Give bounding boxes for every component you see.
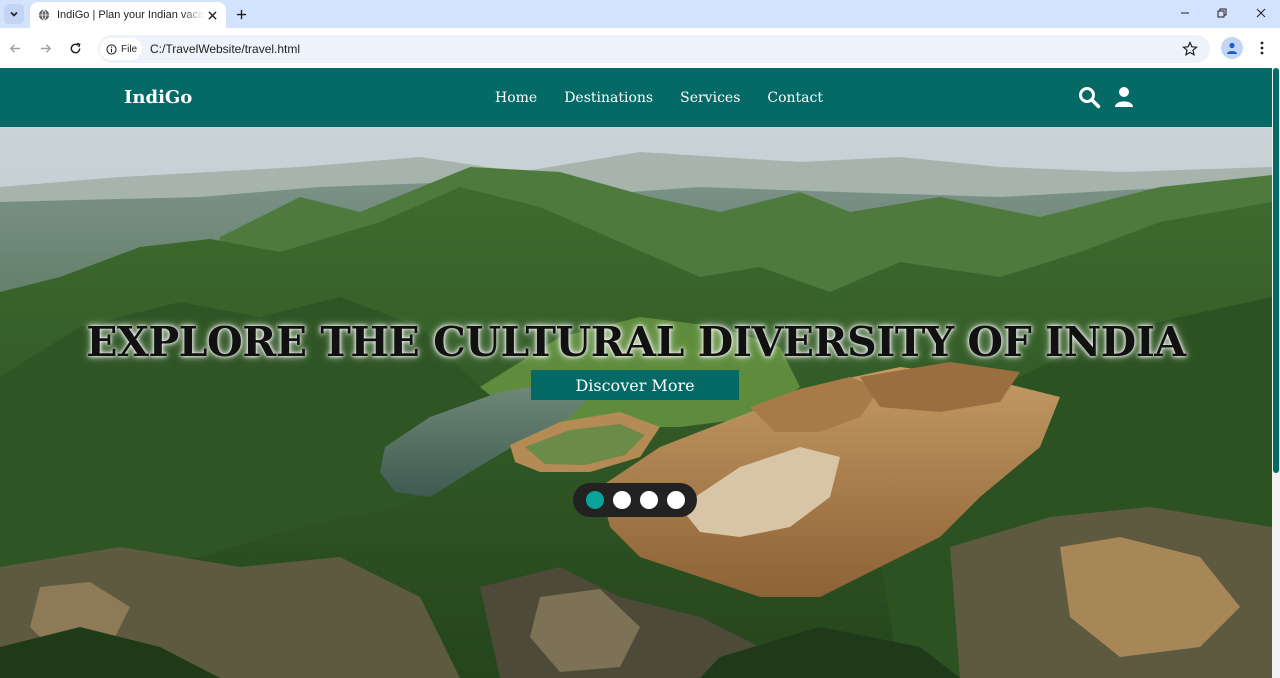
nav-link-destinations[interactable]: Destinations	[564, 90, 653, 106]
site-chip-label: File	[121, 43, 138, 55]
restore-button[interactable]	[1209, 4, 1235, 22]
plus-icon	[236, 9, 246, 19]
user-icon[interactable]	[1112, 85, 1136, 109]
reload-icon	[70, 42, 81, 53]
chevron-down-icon	[10, 11, 18, 17]
scrollbar-thumb[interactable]	[1273, 68, 1279, 473]
hero-title: EXPLORE THE CULTURAL DIVERSITY OF INDIA	[86, 318, 1186, 366]
close-icon	[1256, 8, 1266, 18]
url-text[interactable]: C:/TravelWebsite/travel.html	[150, 42, 300, 56]
carousel-dot-1[interactable]	[585, 491, 604, 509]
browser-toolbar: File C:/TravelWebsite/travel.html	[0, 28, 1280, 68]
close-tab-icon[interactable]	[204, 7, 220, 23]
arrow-right-icon	[40, 43, 51, 53]
main-nav: Home Destinations Services Contact	[495, 90, 823, 106]
new-tab-button[interactable]	[233, 6, 249, 22]
carousel-dot-3[interactable]	[639, 491, 658, 509]
carousel-dot-4[interactable]	[666, 491, 685, 509]
discover-more-button[interactable]: Discover More	[531, 370, 739, 400]
more-vertical-icon	[1260, 41, 1264, 55]
nav-link-contact[interactable]: Contact	[767, 90, 823, 106]
site-info-chip[interactable]: File	[100, 38, 142, 60]
nav-link-home[interactable]: Home	[495, 90, 537, 106]
site-header: IndiGo Home Destinations Services Contac…	[0, 68, 1272, 127]
restore-icon	[1217, 8, 1227, 18]
minimize-button[interactable]	[1172, 4, 1198, 22]
nav-link-services[interactable]: Services	[680, 90, 740, 106]
profile-icon	[1227, 42, 1237, 54]
info-icon	[106, 43, 117, 55]
reload-button[interactable]	[65, 38, 85, 58]
forward-button[interactable]	[35, 38, 55, 58]
carousel-dot-2[interactable]	[612, 491, 631, 509]
hero-banner: EXPLORE THE CULTURAL DIVERSITY OF INDIA …	[0, 127, 1272, 678]
browser-menu-button[interactable]	[1254, 39, 1270, 57]
tab-search-button[interactable]	[4, 4, 24, 24]
minimize-icon	[1181, 12, 1189, 14]
page-viewport: IndiGo Home Destinations Services Contac…	[0, 68, 1280, 678]
search-icon[interactable]	[1077, 85, 1101, 109]
site-logo[interactable]: IndiGo	[124, 87, 192, 108]
close-window-button[interactable]	[1248, 4, 1274, 22]
arrow-left-icon	[9, 43, 20, 53]
carousel-indicators	[573, 483, 697, 517]
back-button[interactable]	[5, 38, 25, 58]
hero-background-image	[0, 127, 1272, 678]
browser-tab-active[interactable]: IndiGo | Plan your Indian vacation	[30, 2, 226, 28]
address-bar[interactable]: File C:/TravelWebsite/travel.html	[98, 35, 1210, 63]
profile-button[interactable]	[1221, 37, 1243, 59]
browser-tab-strip: IndiGo | Plan your Indian vacation	[0, 0, 1280, 28]
globe-icon	[38, 9, 50, 21]
tab-title: IndiGo | Plan your Indian vacation	[57, 9, 205, 21]
star-icon[interactable]	[1182, 41, 1198, 57]
page-scrollbar[interactable]	[1272, 68, 1280, 678]
